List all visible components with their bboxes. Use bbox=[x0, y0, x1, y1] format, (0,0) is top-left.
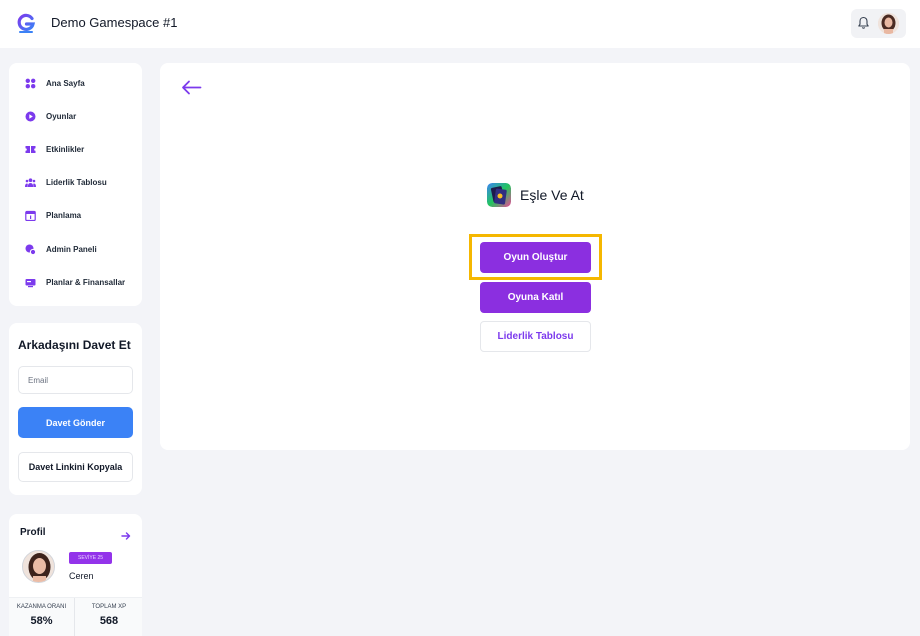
sidebar-item-admin[interactable]: Admin Paneli bbox=[9, 237, 142, 263]
g-logo-icon[interactable] bbox=[13, 10, 39, 36]
stat-value: 58% bbox=[30, 615, 53, 627]
play-circle-icon bbox=[25, 111, 36, 122]
profile-name: Ceren bbox=[69, 571, 94, 581]
header-actions bbox=[851, 9, 906, 38]
game-icon bbox=[487, 183, 511, 207]
arrow-left-icon[interactable] bbox=[181, 80, 202, 100]
email-field[interactable] bbox=[18, 366, 133, 394]
invite-card: Arkadaşını Davet Et Davet Gönder Davet L… bbox=[9, 323, 142, 495]
card-icon bbox=[25, 279, 36, 288]
grid-icon bbox=[25, 78, 36, 89]
sidebar-item-label: Admin Paneli bbox=[46, 245, 97, 254]
sidebar-item-plans[interactable]: Planlar & Finansallar bbox=[9, 270, 142, 296]
profile-stats: KAZANMA ORANI 58% TOPLAM XP 568 bbox=[9, 597, 142, 636]
stat-label: TOPLAM XP bbox=[91, 604, 127, 610]
profile-title: Profil bbox=[20, 527, 46, 538]
sidebar-item-label: Liderlik Tablosu bbox=[46, 178, 107, 187]
game-title: Eşle Ve At bbox=[520, 187, 584, 203]
profile-card: Profil SEVİYE 25 Ceren KAZANMA ORANI 58%… bbox=[9, 514, 142, 636]
win-rate-stat: KAZANMA ORANI 58% bbox=[9, 598, 75, 636]
users-icon bbox=[25, 178, 36, 187]
sidebar-item-games[interactable]: Oyunlar bbox=[9, 104, 142, 130]
sidebar-item-leaderboard[interactable]: Liderlik Tablosu bbox=[9, 170, 142, 196]
sidebar-item-label: Planlar & Finansallar bbox=[46, 278, 126, 287]
join-game-button[interactable]: Oyuna Katıl bbox=[480, 282, 591, 313]
invite-title: Arkadaşını Davet Et bbox=[18, 338, 131, 352]
arrow-right-icon[interactable] bbox=[121, 528, 131, 546]
ticket-icon bbox=[25, 146, 36, 153]
sidebar-item-label: Ana Sayfa bbox=[46, 79, 85, 88]
main-panel: Eşle Ve At Oyun Oluştur Oyuna Katıl Lide… bbox=[160, 63, 910, 450]
sidebar-item-label: Oyunlar bbox=[46, 112, 77, 121]
sidebar-nav: Ana Sayfa Oyunlar Etkinlikler Liderlik T… bbox=[9, 63, 142, 306]
avatar[interactable] bbox=[878, 13, 899, 34]
leaderboard-button[interactable]: Liderlik Tablosu bbox=[480, 321, 591, 352]
admin-icon bbox=[25, 244, 36, 255]
sidebar-item-home[interactable]: Ana Sayfa bbox=[9, 71, 142, 97]
create-game-button[interactable]: Oyun Oluştur bbox=[480, 242, 591, 273]
sidebar-item-planning[interactable]: Planlama bbox=[9, 203, 142, 229]
sidebar-item-label: Planlama bbox=[46, 211, 82, 220]
total-xp-stat: TOPLAM XP 568 bbox=[76, 598, 142, 636]
top-header: Demo Gamespace #1 bbox=[0, 0, 920, 48]
sidebar-item-label: Etkinlikler bbox=[46, 145, 85, 154]
bell-icon[interactable] bbox=[857, 16, 870, 35]
app-title: Demo Gamespace #1 bbox=[51, 15, 178, 30]
level-badge: SEVİYE 25 bbox=[69, 552, 112, 564]
stat-value: 568 bbox=[99, 615, 119, 627]
copy-invite-link-button[interactable]: Davet Linkini Kopyala bbox=[18, 452, 133, 482]
send-invite-button[interactable]: Davet Gönder bbox=[18, 407, 133, 438]
calendar-icon bbox=[25, 210, 36, 221]
stat-label: KAZANMA ORANI bbox=[16, 604, 67, 610]
avatar bbox=[22, 550, 55, 583]
sidebar-item-events[interactable]: Etkinlikler bbox=[9, 137, 142, 163]
